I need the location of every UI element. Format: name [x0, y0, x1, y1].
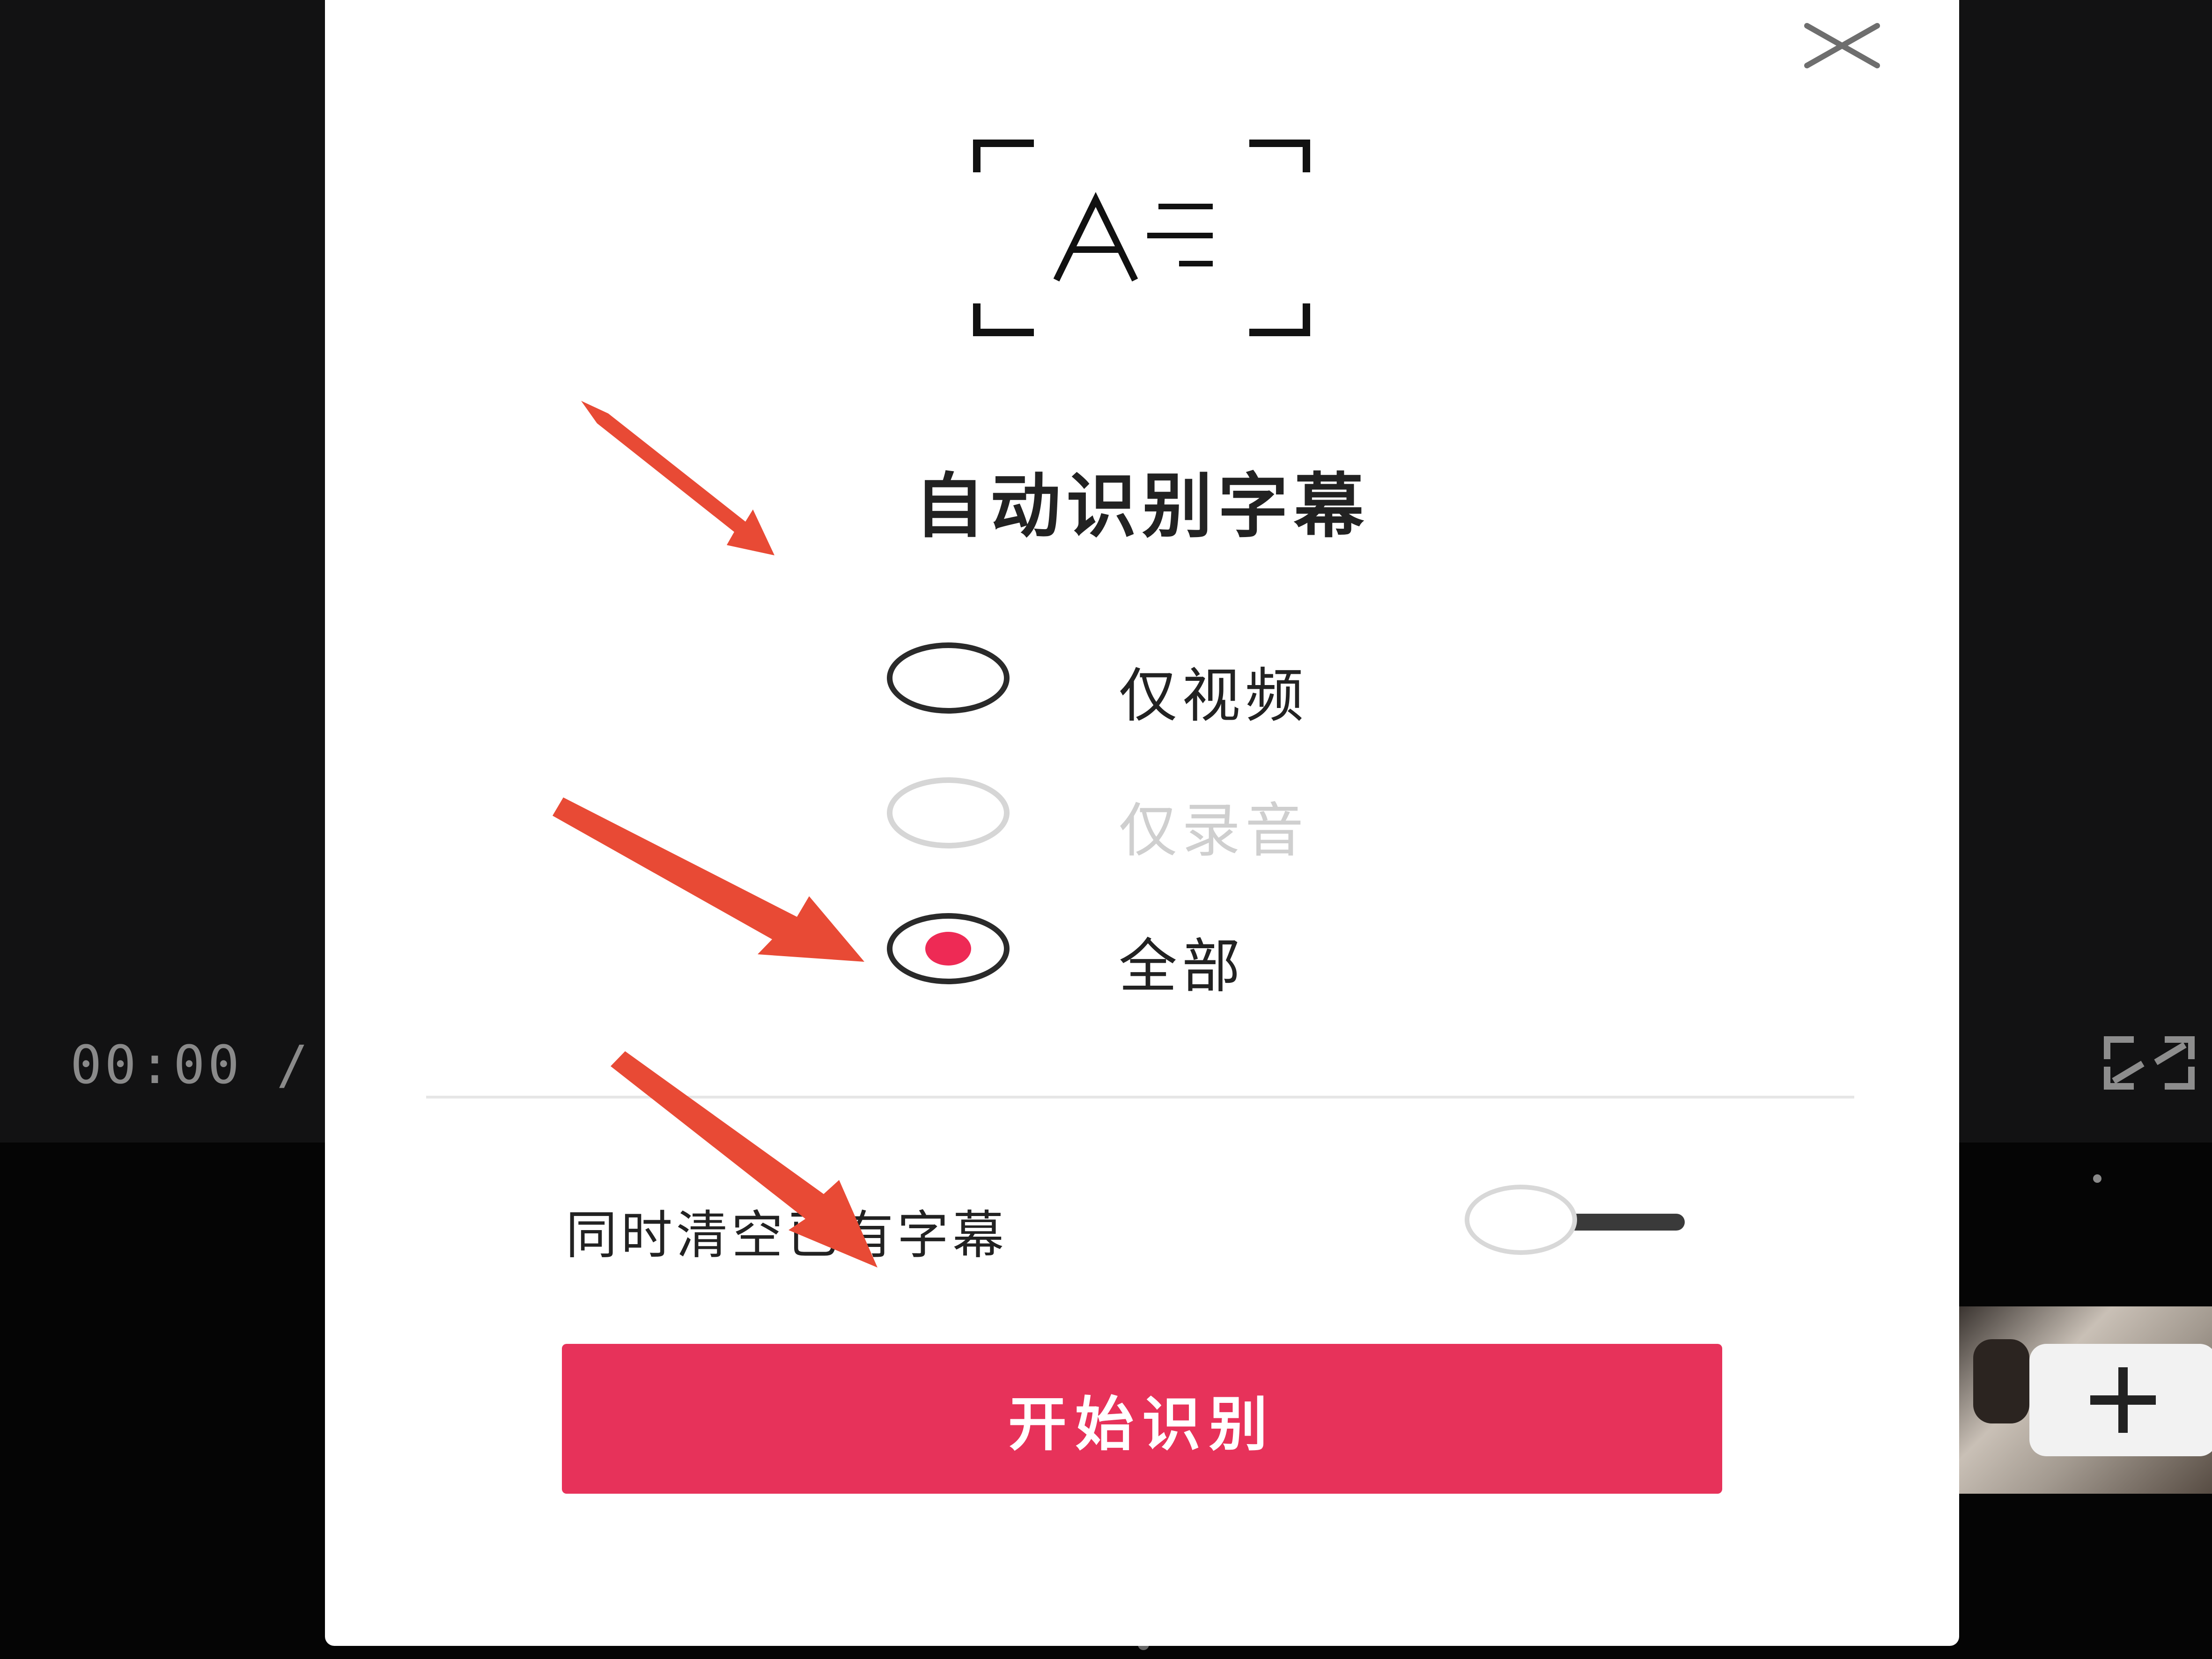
radio-audio-only	[887, 777, 1010, 848]
option-video-only[interactable]: 仅视频	[887, 642, 1542, 736]
divider	[426, 1096, 1854, 1099]
close-icon[interactable]	[1800, 19, 1884, 103]
option-label-audio-only: 仅录音	[1119, 797, 1308, 865]
subtitle-recognition-icon	[973, 140, 1310, 336]
radio-video-only[interactable]	[887, 642, 1010, 714]
clear-existing-subtitles-label: 同时清空已有字幕	[566, 1205, 1008, 1265]
option-label-all: 全部	[1119, 933, 1245, 1001]
radio-all-selected[interactable]	[887, 913, 1010, 984]
clear-existing-subtitles-toggle[interactable]	[1465, 1185, 1689, 1260]
fullscreen-icon[interactable]	[2102, 1035, 2196, 1091]
toggle-knob[interactable]	[1465, 1185, 1577, 1255]
plus-icon	[2090, 1367, 2156, 1433]
add-clip-button[interactable]	[2029, 1344, 2212, 1456]
start-recognition-button[interactable]: 开始识别	[562, 1344, 1722, 1494]
auto-subtitle-dialog: 自动识别字幕 仅视频 仅录音 全部 同时清空已有字幕 开始识别	[325, 0, 1959, 1646]
timeline-marker	[2093, 1174, 2101, 1183]
radio-selected-dot	[925, 932, 971, 966]
option-label-video-only: 仅视频	[1119, 662, 1308, 730]
playback-timecode: 00:00 /	[70, 1035, 311, 1096]
option-all[interactable]: 全部	[887, 913, 1542, 1007]
option-audio-only: 仅录音	[887, 777, 1542, 871]
dialog-title: 自动识别字幕	[914, 466, 1370, 547]
